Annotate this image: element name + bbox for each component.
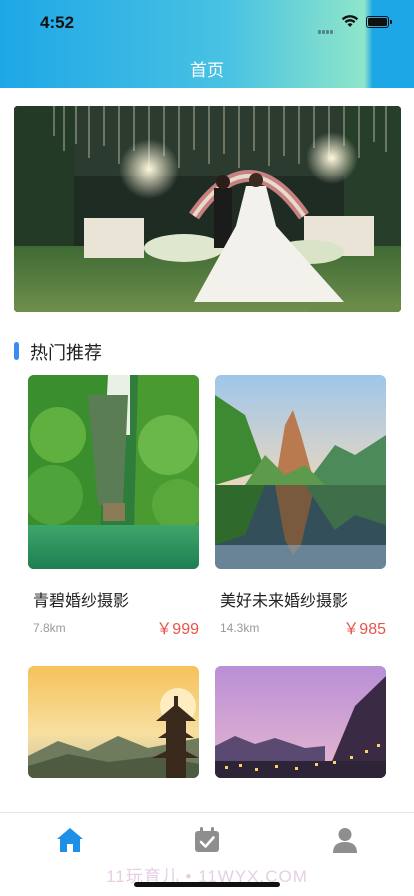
app-header: 4:52 首页 <box>0 0 414 88</box>
status-bar: 4:52 <box>0 0 414 44</box>
home-icon <box>57 828 83 852</box>
tab-schedule[interactable] <box>192 825 222 855</box>
card-name: 青碧婚纱摄影 <box>33 593 130 610</box>
user-icon <box>333 828 357 853</box>
recommend-card[interactable]: 青碧婚纱摄影 7.8km ￥999 <box>28 375 199 645</box>
banner-wedding-image[interactable] <box>14 106 401 312</box>
calendar-check-icon <box>195 827 219 852</box>
card-image-sunset-pagoda <box>28 666 199 778</box>
cellular-signal-icon <box>318 21 336 34</box>
section-title: 热门推荐 <box>30 343 102 363</box>
recommend-card[interactable] <box>28 666 199 778</box>
recommend-card[interactable] <box>215 666 386 778</box>
card-price: ￥985 <box>343 621 386 638</box>
status-time: 4:52 <box>40 13 75 32</box>
card-price: ￥999 <box>156 621 199 638</box>
tab-profile[interactable] <box>330 825 360 855</box>
battery-icon <box>366 16 392 28</box>
wedding-scene-illustration <box>14 106 401 312</box>
card-distance: 14.3km <box>220 621 260 635</box>
home-indicator <box>134 882 280 887</box>
card-image-mountain-lake <box>215 375 386 569</box>
card-distance: 7.8km <box>33 621 66 635</box>
tab-home[interactable] <box>55 825 85 855</box>
section-accent-bar <box>14 342 19 360</box>
recommend-card[interactable]: 美好未来婚纱摄影 14.3km ￥985 <box>215 375 386 645</box>
card-image-green-gorge <box>28 375 199 569</box>
card-name: 美好未来婚纱摄影 <box>220 593 349 610</box>
wifi-icon <box>341 15 359 27</box>
card-image-purple-town <box>215 666 386 778</box>
page-title: 首页 <box>190 61 224 80</box>
